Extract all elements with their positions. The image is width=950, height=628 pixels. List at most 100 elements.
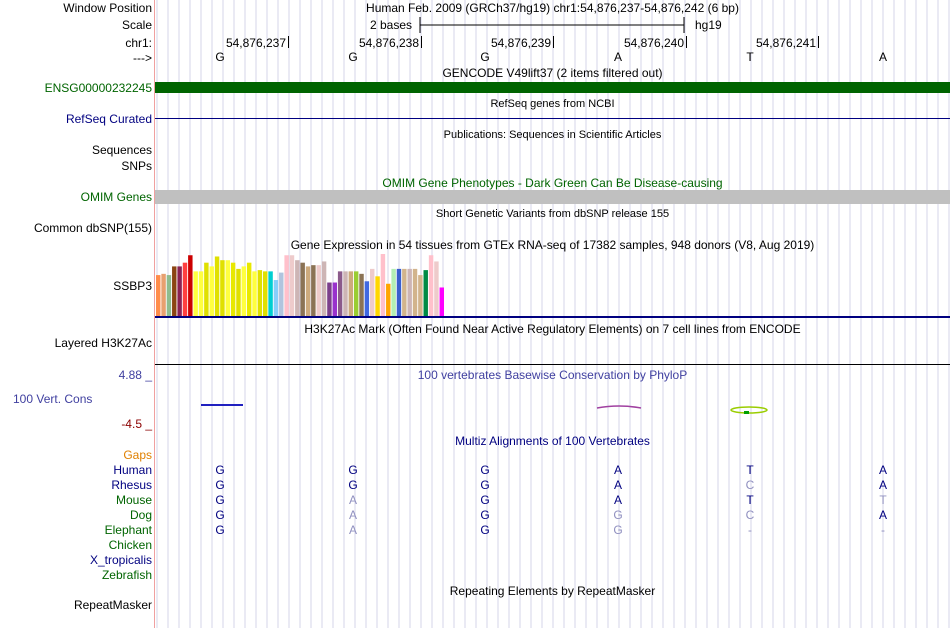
gtex-tissue-bar[interactable] xyxy=(257,270,263,316)
gtex-tissue-bar[interactable] xyxy=(230,262,236,316)
cons-track-label[interactable]: 100 Vert. Cons xyxy=(13,392,153,406)
window-position-label[interactable]: Window Position xyxy=(0,1,152,15)
gtex-track-title[interactable]: Gene Expression in 54 tissues from GTEx … xyxy=(155,238,950,252)
strand-label[interactable]: ---> xyxy=(0,51,152,65)
gtex-tissue-bar[interactable] xyxy=(263,271,268,316)
gtex-tissue-bar[interactable] xyxy=(370,268,375,316)
species-label[interactable]: Zebrafish xyxy=(0,568,152,582)
ruler-tick xyxy=(421,36,422,48)
gtex-tissue-bar[interactable] xyxy=(161,273,166,316)
alignment-base: G xyxy=(480,523,490,537)
gtex-tissue-bar[interactable] xyxy=(209,266,214,316)
gtex-tissue-bar[interactable] xyxy=(246,262,252,316)
dbsnp-track-title[interactable]: Short Genetic Variants from dbSNP releas… xyxy=(155,207,950,221)
cons-track-title[interactable]: 100 vertebrates Basewise Conservation by… xyxy=(155,368,950,382)
assembly-text: hg19 xyxy=(695,18,722,32)
gtex-tissue-bar[interactable] xyxy=(428,255,434,316)
gtex-tissue-bar[interactable] xyxy=(386,283,391,316)
chrom-label[interactable]: chr1: xyxy=(0,36,152,50)
gtex-tissue-bar[interactable] xyxy=(364,281,370,316)
gtex-tissue-bar[interactable] xyxy=(214,256,220,316)
gtex-tissue-bar[interactable] xyxy=(375,276,380,316)
gtex-tissue-bar[interactable] xyxy=(359,273,364,316)
omim-track-title[interactable]: OMIM Gene Phenotypes - Dark Green Can Be… xyxy=(155,176,950,190)
gtex-tissue-bar[interactable] xyxy=(295,260,300,316)
gtex-tissue-bar[interactable] xyxy=(402,268,407,316)
window-position-text: Human Feb. 2009 (GRCh37/hg19) chr1:54,87… xyxy=(366,1,739,15)
gtex-tissue-bar[interactable] xyxy=(316,265,321,316)
gtex-tissue-bar[interactable] xyxy=(300,262,305,316)
species-label[interactable]: Dog xyxy=(0,508,152,522)
scale-label[interactable]: Scale xyxy=(0,18,152,32)
refseq-intron-line[interactable] xyxy=(155,118,950,119)
gtex-tissue-bar[interactable] xyxy=(182,262,188,316)
gaps-label[interactable]: Gaps xyxy=(0,448,152,462)
gtex-tissue-bar[interactable] xyxy=(241,266,247,316)
gtex-tissue-bar[interactable] xyxy=(348,271,354,316)
omim-gene-bar[interactable] xyxy=(155,190,950,204)
gtex-tissue-bar[interactable] xyxy=(343,271,348,316)
gtex-gene-label[interactable]: SSBP3 xyxy=(0,279,152,293)
multiz-track-title[interactable]: Multiz Alignments of 100 Vertebrates xyxy=(155,434,950,448)
refseq-track-title[interactable]: RefSeq genes from NCBI xyxy=(155,97,950,111)
gtex-tissue-bar[interactable] xyxy=(156,275,161,316)
gtex-tissue-bar[interactable] xyxy=(172,266,177,316)
common-dbsnp-label[interactable]: Common dbSNP(155) xyxy=(0,221,152,235)
gencode-gene-bar[interactable] xyxy=(155,82,950,93)
omim-label[interactable]: OMIM Genes xyxy=(0,190,152,204)
species-label[interactable]: Chicken xyxy=(0,538,152,552)
ruler-tick xyxy=(553,36,554,48)
gtex-tissue-bar[interactable] xyxy=(396,268,402,316)
gtex-expression-chart[interactable] xyxy=(155,252,535,318)
species-label[interactable]: Human xyxy=(0,463,152,477)
species-label[interactable]: X_tropicalis xyxy=(0,553,152,567)
gtex-tissue-bar[interactable] xyxy=(391,268,396,316)
species-label[interactable]: Elephant xyxy=(0,523,152,537)
gtex-tissue-bar[interactable] xyxy=(166,275,172,316)
gtex-tissue-bar[interactable] xyxy=(380,254,386,316)
gtex-tissue-bar[interactable] xyxy=(284,255,289,316)
gtex-tissue-bar[interactable] xyxy=(332,282,337,316)
gtex-tissue-bar[interactable] xyxy=(220,260,225,316)
gtex-tissue-bar[interactable] xyxy=(289,255,295,316)
gtex-tissue-bar[interactable] xyxy=(198,271,204,316)
repeatmasker-track-title[interactable]: Repeating Elements by RepeatMasker xyxy=(155,584,950,598)
gtex-tissue-bar[interactable] xyxy=(418,275,423,316)
gtex-tissue-bar[interactable] xyxy=(439,287,444,316)
alignment-base: G xyxy=(613,508,623,522)
snps-label[interactable]: SNPs xyxy=(0,159,152,173)
gtex-tissue-bar[interactable] xyxy=(177,266,182,316)
publications-track-title[interactable]: Publications: Sequences in Scientific Ar… xyxy=(155,128,950,142)
gtex-tissue-bar[interactable] xyxy=(252,271,257,316)
gtex-tissue-bar[interactable] xyxy=(407,268,412,316)
gtex-tissue-bar[interactable] xyxy=(305,266,311,316)
refseq-label[interactable]: RefSeq Curated xyxy=(0,112,152,126)
gtex-tissue-bar[interactable] xyxy=(311,265,316,316)
gtex-tissue-bar[interactable] xyxy=(188,255,193,316)
gtex-tissue-bar[interactable] xyxy=(236,268,241,316)
gtex-tissue-bar[interactable] xyxy=(337,271,343,316)
gtex-tissue-bar[interactable] xyxy=(353,271,359,316)
alignment-base: A xyxy=(613,493,622,507)
gtex-tissue-bar[interactable] xyxy=(268,271,273,316)
species-label[interactable]: Mouse xyxy=(0,493,152,507)
gtex-tissue-bar[interactable] xyxy=(273,280,279,316)
scale-bar xyxy=(419,17,685,33)
gtex-tissue-bar[interactable] xyxy=(423,270,428,316)
sequences-label[interactable]: Sequences xyxy=(0,143,152,157)
gtex-tissue-bar[interactable] xyxy=(204,262,209,316)
gtex-tissue-bar[interactable] xyxy=(225,260,230,316)
repeatmasker-label[interactable]: RepeatMasker xyxy=(0,598,152,612)
gtex-tissue-bar[interactable] xyxy=(412,268,418,316)
gencode-track-title[interactable]: GENCODE V49lift37 (2 items filtered out) xyxy=(155,66,950,80)
h3k27ac-label[interactable]: Layered H3K27Ac xyxy=(0,336,152,350)
gencode-gene-label[interactable]: ENSG00000232245 xyxy=(0,81,152,95)
gtex-tissue-bar[interactable] xyxy=(321,261,327,316)
conservation-plot[interactable] xyxy=(195,398,795,420)
gtex-tissue-bar[interactable] xyxy=(434,261,439,316)
gtex-tissue-bar[interactable] xyxy=(327,282,332,316)
species-label[interactable]: Rhesus xyxy=(0,478,152,492)
h3k27ac-track-title[interactable]: H3K27Ac Mark (Often Found Near Active Re… xyxy=(155,322,950,336)
gtex-tissue-bar[interactable] xyxy=(193,271,198,316)
gtex-tissue-bar[interactable] xyxy=(279,272,284,316)
